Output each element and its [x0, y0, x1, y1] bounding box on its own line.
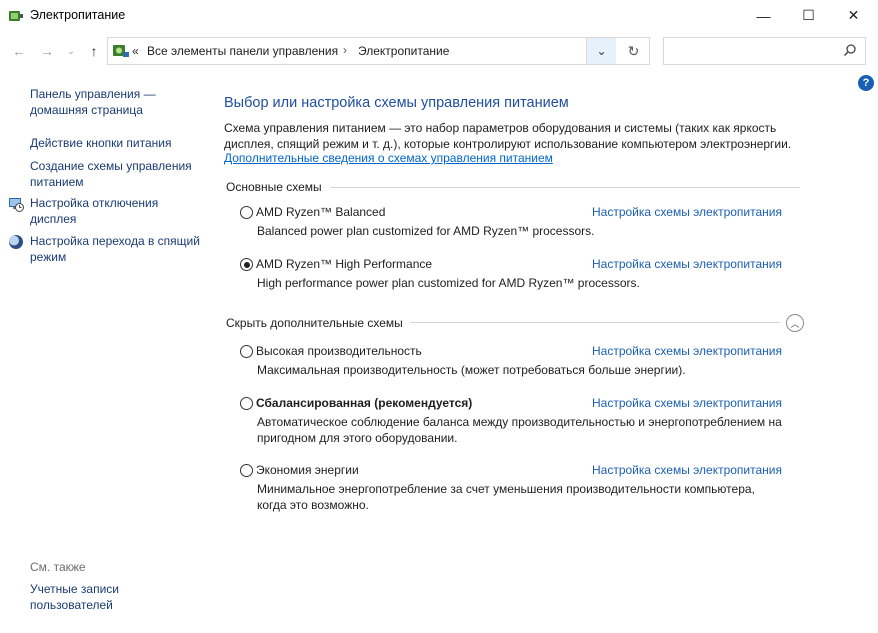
breadcrumb-separator-icon[interactable]: ›: [343, 43, 347, 57]
back-arrow-icon[interactable]: ←: [8, 41, 30, 61]
search-icon[interactable]: [843, 43, 857, 57]
power-options-icon: [9, 11, 23, 21]
sidebar-item-power-button-action[interactable]: Действие кнопки питания: [30, 136, 200, 152]
more-info-link[interactable]: Дополнительные сведения о схемах управле…: [224, 151, 553, 165]
maximize-button[interactable]: ☐: [786, 0, 831, 31]
plan-name[interactable]: AMD Ryzen™ High Performance: [256, 257, 432, 271]
sidebar-item-control-panel-home[interactable]: Панель управления — домашняя страница: [30, 87, 200, 118]
plan-radio-high-performance[interactable]: [240, 345, 253, 358]
plan-description: Минимальное энергопотребление за счет ум…: [257, 482, 755, 512]
section-divider: [330, 187, 800, 188]
plan-name[interactable]: Экономия энергии: [256, 463, 359, 477]
plan-description: High performance power plan customized f…: [257, 276, 640, 290]
window-title: Электропитание: [30, 8, 126, 22]
display-clock-icon: [9, 198, 24, 212]
navigation-bar: ← → ⌄ ↑ « Все элементы панели управления…: [0, 31, 878, 71]
plan-name[interactable]: Сбалансированная (рекомендуется): [256, 396, 472, 410]
title-bar: Электропитание — ☐ ✕: [0, 0, 878, 31]
forward-arrow-icon[interactable]: →: [36, 41, 58, 61]
plan-radio-power-saver[interactable]: [240, 464, 253, 477]
address-bar[interactable]: « Все элементы панели управления › Элект…: [107, 37, 650, 65]
address-dropdown-chevron-icon[interactable]: ⌄: [586, 38, 616, 64]
up-arrow-icon[interactable]: ↑: [83, 41, 105, 61]
sidebar-item-sleep[interactable]: Настройка перехода в спящий режим: [30, 234, 200, 265]
sleep-moon-icon: [9, 235, 23, 249]
breadcrumb-all-items[interactable]: Все элементы панели управления: [147, 44, 338, 58]
plan-name[interactable]: Высокая производительность: [256, 344, 422, 358]
plan-radio-amd-balanced[interactable]: [240, 206, 253, 219]
section-heading-main-plans: Основные схемы: [226, 180, 322, 194]
section-heading-hide-additional[interactable]: Скрыть дополнительные схемы: [226, 316, 403, 330]
page-description: Схема управления питанием — это набор па…: [224, 121, 792, 151]
sidebar-item-create-plan[interactable]: Создание схемы управления питанием: [30, 159, 200, 190]
minimize-button[interactable]: —: [741, 0, 786, 31]
plan-settings-link[interactable]: Настройка схемы электропитания: [592, 344, 782, 358]
plan-description: Автоматическое соблюдение баланса между …: [257, 415, 782, 445]
plan-radio-balanced[interactable]: [240, 397, 253, 410]
breadcrumb-power-options[interactable]: Электропитание: [358, 44, 449, 58]
plan-description: Максимальная производительность (может п…: [257, 363, 686, 377]
plan-description: Balanced power plan customized for AMD R…: [257, 224, 595, 238]
control-panel-icon: [113, 45, 129, 57]
close-button[interactable]: ✕: [831, 0, 876, 31]
recent-locations-chevron-icon[interactable]: ⌄: [60, 41, 82, 61]
search-input[interactable]: [663, 37, 866, 65]
help-icon[interactable]: ?: [858, 75, 874, 91]
plan-settings-link[interactable]: Настройка схемы электропитания: [592, 396, 782, 410]
refresh-icon[interactable]: ↻: [618, 38, 649, 64]
plan-name[interactable]: AMD Ryzen™ Balanced: [256, 205, 385, 219]
collapse-chevron-up-icon[interactable]: ︿: [786, 314, 804, 332]
section-divider: [410, 322, 780, 323]
plan-settings-link[interactable]: Настройка схемы электропитания: [592, 257, 782, 271]
sidebar-item-user-accounts[interactable]: Учетные записи пользователей: [30, 582, 200, 613]
plan-settings-link[interactable]: Настройка схемы электропитания: [592, 463, 782, 477]
breadcrumb-overflow[interactable]: «: [132, 44, 139, 58]
sidebar-item-display-off[interactable]: Настройка отключения дисплея: [30, 196, 200, 227]
page-title: Выбор или настройка схемы управления пит…: [224, 95, 569, 111]
plan-settings-link[interactable]: Настройка схемы электропитания: [592, 205, 782, 219]
plan-radio-amd-high-performance[interactable]: [240, 258, 253, 271]
see-also-heading: См. также: [30, 560, 86, 574]
